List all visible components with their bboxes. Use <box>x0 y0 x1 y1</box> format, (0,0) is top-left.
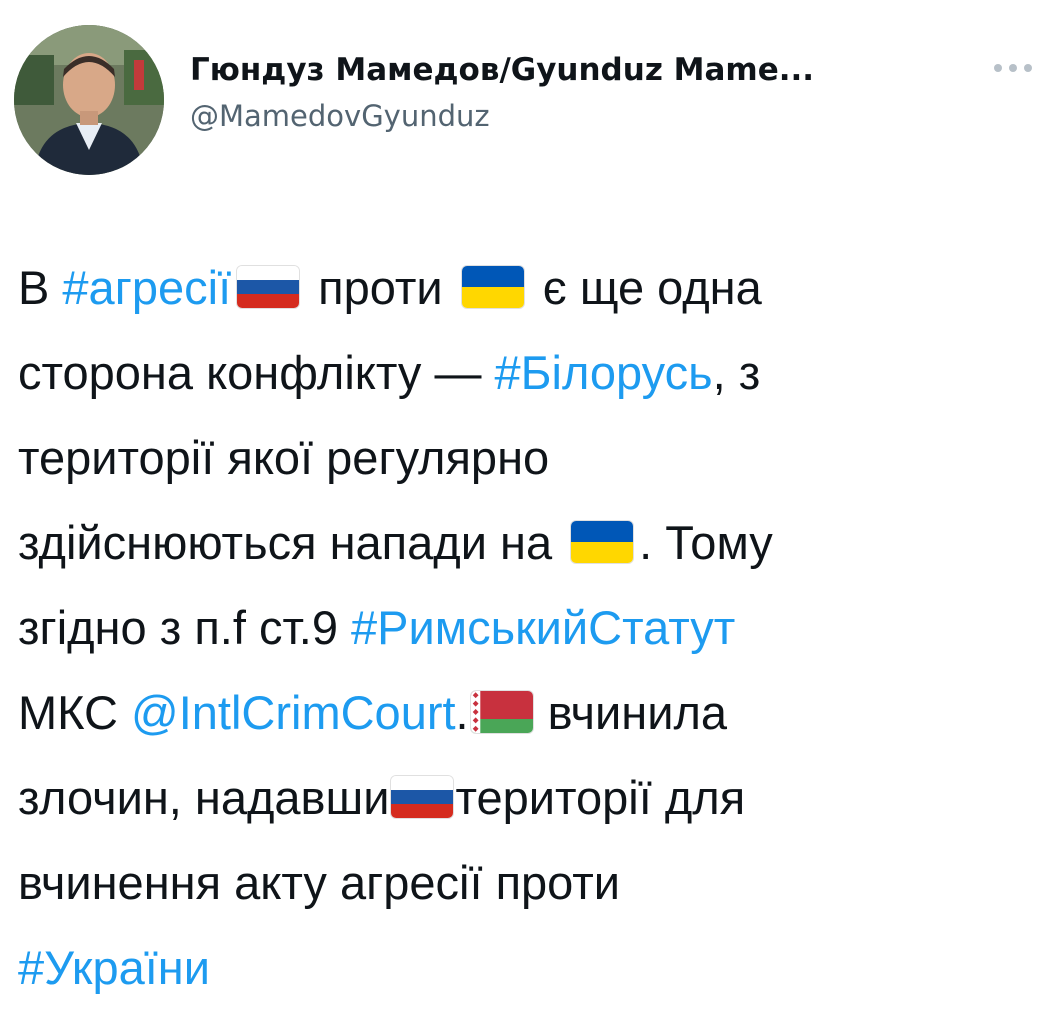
mention-intlcrimcourt[interactable]: @IntlCrimCourt <box>131 686 456 739</box>
hashtag-rymskyistatut[interactable]: #РимськийСтатут <box>351 601 735 654</box>
tweet-text: В #агресії проти є ще одна сторона конфл… <box>18 245 1038 1010</box>
russia-flag-icon <box>391 776 454 818</box>
author-handle[interactable]: @MamedovGyunduz <box>190 96 980 136</box>
ukraine-flag-icon <box>571 521 634 563</box>
tweet-line: згідно з п.f ст.9 #РимськийСтатут <box>18 585 1038 670</box>
profile-photo <box>14 25 164 175</box>
tweet-text-segment: вчинення акту агресії проти <box>18 856 621 909</box>
tweet-text-segment: території якої регулярно <box>18 431 550 484</box>
author-display-name[interactable]: Гюндуз Мамедов/Gyunduz Mame... <box>190 50 980 90</box>
tweet-text-segment: є ще одна <box>529 261 762 314</box>
tweet-text-segment: сторона конфлікту — <box>18 346 495 399</box>
author-block: Гюндуз Мамедов/Gyunduz Mame... @MamedovG… <box>190 50 980 136</box>
tweet-line: #України <box>18 925 1038 1010</box>
russia-flag-icon <box>237 266 300 308</box>
tweet-text-segment: В <box>18 261 63 314</box>
more-options-icon[interactable] <box>985 52 1041 84</box>
tweet-text-segment: МКС <box>18 686 132 739</box>
more-dot <box>1009 64 1017 72</box>
tweet-text-segment: . <box>455 686 469 739</box>
author-avatar[interactable] <box>14 25 164 175</box>
tweet-text-segment: здійснюються напади на <box>18 516 566 569</box>
tweet-line: сторона конфлікту — #Білорусь, з <box>18 330 1038 415</box>
tweet-text-segment: проти <box>305 261 456 314</box>
tweet-text-segment: злочин, надавши <box>18 771 390 824</box>
hashtag-bilorus[interactable]: #Білорусь <box>495 346 713 399</box>
tweet: Гюндуз Мамедов/Gyunduz Mame... @MamedovG… <box>0 0 1053 1033</box>
more-dot <box>994 64 1002 72</box>
more-dot <box>1024 64 1032 72</box>
tweet-text-segment: . Тому <box>639 516 773 569</box>
tweet-text-segment: території для <box>455 771 746 824</box>
hashtag-ukrainy[interactable]: #України <box>18 941 210 994</box>
tweet-text-segment: вчинила <box>534 686 728 739</box>
tweet-line: МКС @IntlCrimCourt. вчинила <box>18 670 1038 755</box>
tweet-line: вчинення акту агресії проти <box>18 840 1038 925</box>
tweet-line: В #агресії проти є ще одна <box>18 245 1038 330</box>
belarus-flag-icon <box>470 691 533 733</box>
tweet-line: злочин, надавши території для <box>18 755 1038 840</box>
hashtag-agresii[interactable]: #агресії <box>62 261 231 314</box>
tweet-line: території якої регулярно <box>18 415 1038 500</box>
tweet-text-segment: , з <box>712 346 761 399</box>
tweet-text-segment: згідно з п.f ст.9 <box>18 601 352 654</box>
ukraine-flag-icon <box>461 266 524 308</box>
tweet-line: здійснюються напади на . Тому <box>18 500 1038 585</box>
